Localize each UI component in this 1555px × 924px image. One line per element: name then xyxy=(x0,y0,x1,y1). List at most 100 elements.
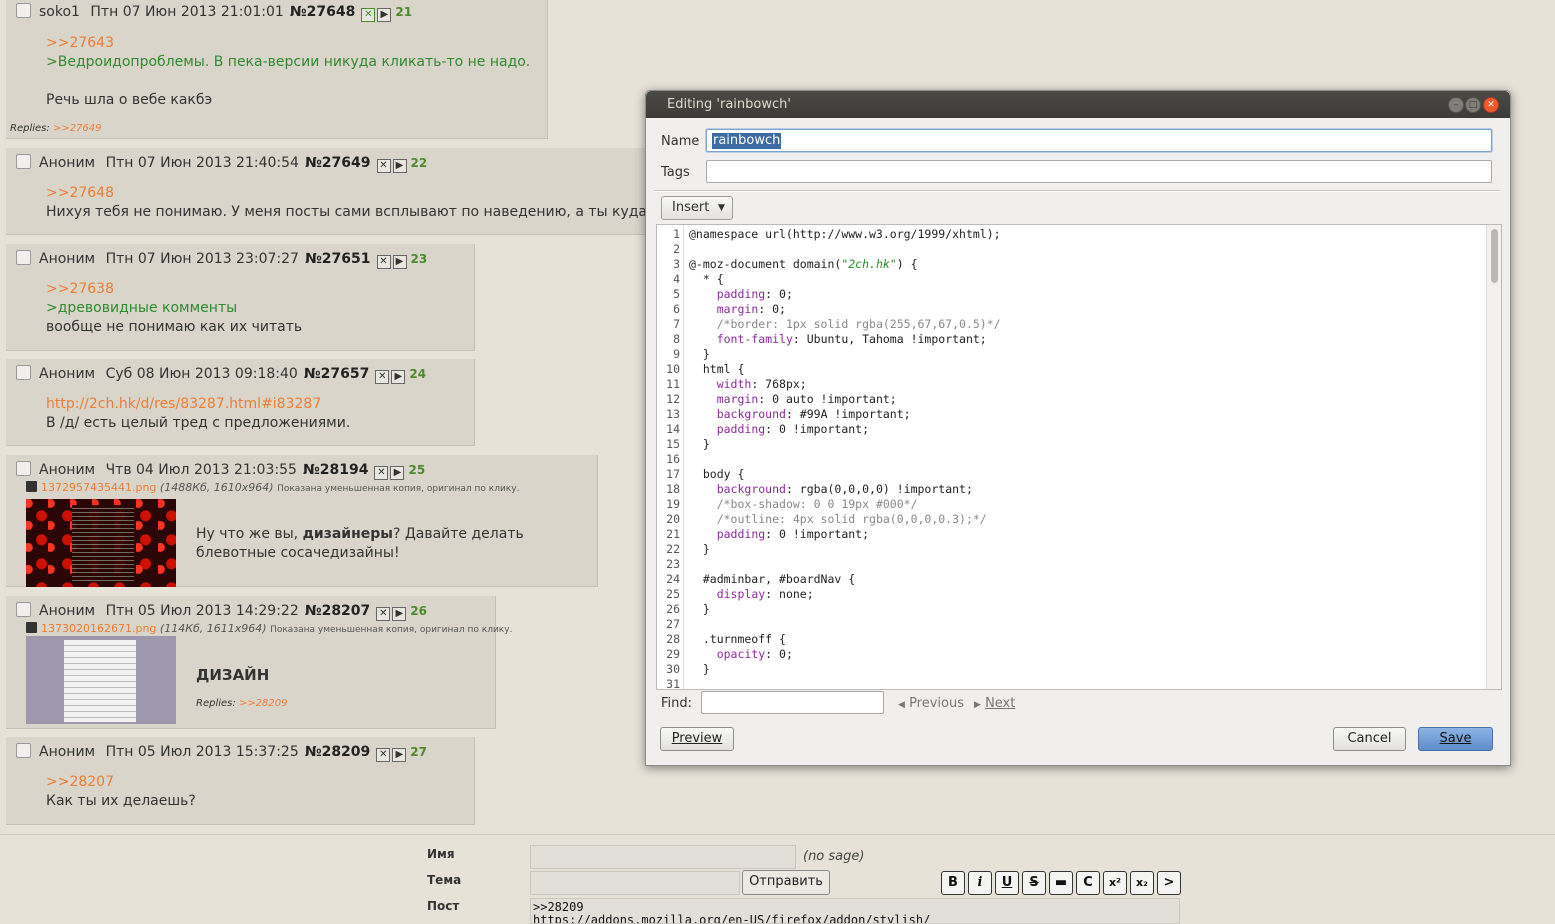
hide-post-icon[interactable]: ✕ xyxy=(361,8,376,22)
post-select-checkbox[interactable] xyxy=(16,250,31,265)
post-header: soko1 Птн 07 Июн 2013 21:01:01 №27648 ✕ ▶ 21 xyxy=(16,3,412,22)
file-name[interactable]: 1373020162671.png xyxy=(41,622,156,635)
expand-post-icon[interactable]: ▶ xyxy=(392,748,407,762)
hide-post-icon[interactable]: ✕ xyxy=(376,748,391,762)
subject-field[interactable] xyxy=(530,871,740,895)
post-textarea[interactable]: >>28209 https://addons.mozilla.org/en-US… xyxy=(530,898,1180,924)
expand-post-icon[interactable]: ▶ xyxy=(390,466,405,480)
code-button[interactable]: C xyxy=(1076,871,1100,895)
no-sage-label: (no sage) xyxy=(803,849,865,864)
tags-input[interactable] xyxy=(706,160,1492,183)
maximize-icon[interactable]: □ xyxy=(1465,97,1481,113)
code-text: @-moz-document domain("2ch.hk") { xyxy=(689,257,918,271)
line-number: 7 xyxy=(673,317,680,331)
superscript-button[interactable]: x² xyxy=(1103,871,1127,895)
reply-backlink[interactable]: >>27649 xyxy=(53,123,102,134)
post-body: >>27643 >Ведроидопроблемы. В пека-версии… xyxy=(46,34,530,110)
reply-link[interactable]: >>27638 xyxy=(46,280,302,299)
style-name-input[interactable]: rainbowch xyxy=(706,129,1492,152)
post-number[interactable]: №27649 xyxy=(305,155,371,171)
image-thumbnail[interactable] xyxy=(26,499,176,587)
submit-button[interactable]: Отправить xyxy=(742,870,830,895)
reply-link[interactable]: >>27643 xyxy=(46,34,530,53)
post-number[interactable]: №28209 xyxy=(305,744,371,760)
expand-post-icon[interactable]: ▶ xyxy=(392,607,407,621)
insert-dropdown[interactable]: Insert ▼ xyxy=(661,196,733,220)
post-select-checkbox[interactable] xyxy=(16,154,31,169)
post-select-checkbox[interactable] xyxy=(16,743,31,758)
post-body: >>27648 Нихуя тебя не понимаю. У меня по… xyxy=(46,184,669,222)
post-text: Как ты их делаешь? xyxy=(46,793,196,809)
post-body: Ну что же вы, дизайнеры? Давайте делать … xyxy=(196,525,524,563)
poster-name: Аноним xyxy=(39,251,96,267)
post-count: 25 xyxy=(408,463,426,477)
hide-post-icon[interactable]: ✕ xyxy=(376,159,391,173)
reply-link[interactable]: >>27648 xyxy=(46,184,669,203)
reply-backlink[interactable]: >>28209 xyxy=(239,698,288,709)
line-number: 25 xyxy=(666,587,680,601)
post-select-checkbox[interactable] xyxy=(16,3,31,18)
code-text: padding: 0 !important; xyxy=(716,422,870,436)
code-text: background: #99A !important; xyxy=(716,407,911,421)
post-number[interactable]: №28194 xyxy=(303,462,369,478)
name-label: Name xyxy=(661,134,700,149)
code-line: 3 @-moz-document domain("2ch.hk") { xyxy=(657,257,1487,272)
file-meta: (114Кб, 1611x964) xyxy=(159,622,267,635)
image-thumbnail[interactable] xyxy=(26,636,176,724)
line-number: 21 xyxy=(666,527,680,541)
file-icon xyxy=(26,622,37,633)
next-button[interactable]: ▶ Next xyxy=(974,696,1015,711)
quote-text: >Ведроидопроблемы. В пека-версии никуда … xyxy=(46,54,531,70)
code-line: 30 } xyxy=(657,662,1487,677)
expand-post-icon[interactable]: ▶ xyxy=(391,370,406,384)
expand-post-icon[interactable]: ▶ xyxy=(392,255,407,269)
hide-post-icon[interactable]: ✕ xyxy=(376,607,391,621)
spoiler-button[interactable]: ▬ xyxy=(1049,871,1073,895)
code-line: 14 padding: 0 !important; xyxy=(657,422,1487,437)
hide-post-icon[interactable]: ✕ xyxy=(376,255,391,269)
reply-link[interactable]: >>28207 xyxy=(46,773,196,792)
expand-post-icon[interactable]: ▶ xyxy=(377,8,392,22)
quote-button[interactable]: > xyxy=(1157,871,1181,895)
underline-button[interactable]: U xyxy=(995,871,1019,895)
editor-scrollbar[interactable] xyxy=(1486,225,1501,689)
cancel-button[interactable]: Cancel xyxy=(1333,727,1406,751)
file-info: 1372957435441.png (1488Кб, 1610x964) Пок… xyxy=(26,481,519,494)
code-editor[interactable]: 1 @namespace url(http://www.w3.org/1999/x… xyxy=(656,224,1502,690)
previous-button[interactable]: ◀ Previous xyxy=(898,696,964,711)
code-text: } xyxy=(689,542,710,556)
subscript-button[interactable]: x₂ xyxy=(1130,871,1154,895)
line-number: 23 xyxy=(666,557,680,571)
code-text: } xyxy=(689,602,710,616)
preview-button[interactable]: Preview xyxy=(660,727,734,751)
italic-button[interactable]: i xyxy=(968,871,992,895)
line-number: 3 xyxy=(673,257,680,271)
code-text: /*box-shadow: 0 0 19px #000*/ xyxy=(716,497,918,511)
post-number[interactable]: №27648 xyxy=(290,4,356,20)
post-28209: Аноним Птн 05 Июл 2013 15:37:25 №28209 ✕ ▶ 2… xyxy=(6,737,475,825)
post-text: Нихуя тебя не понимаю. У меня посты сами… xyxy=(46,204,669,220)
post-number[interactable]: №27657 xyxy=(304,366,370,382)
hide-post-icon[interactable]: ✕ xyxy=(375,370,390,384)
file-name[interactable]: 1372957435441.png xyxy=(41,481,156,494)
close-icon[interactable]: ✕ xyxy=(1483,97,1499,113)
minimize-icon[interactable]: – xyxy=(1448,97,1464,113)
scroll-thumb[interactable] xyxy=(1491,229,1498,283)
post-number[interactable]: №27651 xyxy=(305,251,371,267)
name-field[interactable] xyxy=(530,845,796,869)
post-select-checkbox[interactable] xyxy=(16,365,31,380)
save-button[interactable]: Save xyxy=(1418,727,1493,751)
post-select-checkbox[interactable] xyxy=(16,602,31,617)
code-text: margin: 0 auto !important; xyxy=(716,392,897,406)
bold-button[interactable]: B xyxy=(941,871,965,895)
divider xyxy=(0,834,1555,835)
find-input[interactable] xyxy=(701,691,884,714)
expand-post-icon[interactable]: ▶ xyxy=(392,159,407,173)
dialog-titlebar[interactable]: Editing 'rainbowch' – □ ✕ xyxy=(646,91,1510,118)
code-line: 21 padding: 0 !important; xyxy=(657,527,1487,542)
post-number[interactable]: №28207 xyxy=(305,603,371,619)
strike-button[interactable]: S xyxy=(1022,871,1046,895)
post-select-checkbox[interactable] xyxy=(16,461,31,476)
hide-post-icon[interactable]: ✕ xyxy=(374,466,389,480)
external-link[interactable]: http://2ch.hk/d/res/83287.html#i83287 xyxy=(46,395,350,414)
